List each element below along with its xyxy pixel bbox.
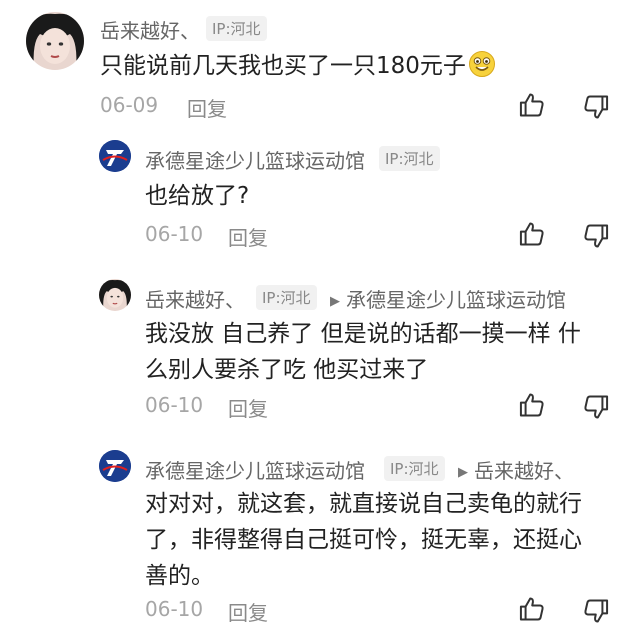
thumbs-up-icon[interactable] — [518, 220, 546, 248]
thumbs-up-icon[interactable] — [518, 391, 546, 419]
username[interactable]: 岳来越好、 — [145, 284, 245, 313]
comment-date: 06-10 — [145, 222, 204, 246]
reply-button[interactable]: 回复 — [228, 597, 268, 626]
thumbs-up-icon[interactable] — [518, 91, 546, 119]
reply-button[interactable]: 回复 — [228, 222, 268, 251]
thumbs-down-icon[interactable] — [582, 393, 610, 421]
comment-text: 对对对，就这套，就直接说自己卖龟的就行 了，非得整得自己挺可怜，挺无辜，还挺心 … — [145, 491, 582, 589]
comment-text: 只能说前几天我也买了一只180元子 — [100, 48, 580, 84]
thumbs-down-icon[interactable] — [582, 93, 610, 121]
reply-button[interactable]: 回复 — [228, 393, 268, 422]
comment-date: 06-09 — [100, 93, 159, 117]
ip-location-tag: IP:河北 — [256, 285, 317, 310]
username[interactable]: 承德星途少儿篮球运动馆 — [145, 455, 365, 484]
reply-target[interactable]: ▶ 承德星途少儿篮球运动馆 — [330, 284, 566, 313]
triangle-right-icon: ▶ — [330, 294, 340, 309]
comment-text: 也给放了? — [145, 183, 250, 209]
ip-location-tag: IP:河北 — [379, 146, 440, 171]
triangle-right-icon: ▶ — [458, 465, 468, 480]
smiley-emoji-icon — [468, 50, 496, 78]
comment-date: 06-10 — [145, 393, 204, 417]
username[interactable]: 承德星途少儿篮球运动馆 — [145, 145, 365, 174]
avatar[interactable] — [99, 279, 131, 311]
thumbs-up-icon[interactable] — [518, 595, 546, 623]
reply-button[interactable]: 回复 — [187, 93, 227, 122]
avatar[interactable] — [99, 450, 131, 482]
ip-location-tag: IP:河北 — [206, 16, 267, 41]
comment-date: 06-10 — [145, 597, 204, 621]
ip-location-tag: IP:河北 — [384, 456, 445, 481]
avatar[interactable] — [99, 140, 131, 172]
avatar[interactable] — [26, 12, 84, 70]
thumbs-down-icon[interactable] — [582, 222, 610, 250]
comment-text: 我没放 自己养了 但是说的话都一摸一样 什 么别人要杀了吃 他买过来了 — [145, 321, 581, 383]
thumbs-down-icon[interactable] — [582, 597, 610, 625]
username[interactable]: 岳来越好、 — [100, 15, 200, 44]
reply-target[interactable]: ▶ 岳来越好、 — [458, 455, 574, 484]
